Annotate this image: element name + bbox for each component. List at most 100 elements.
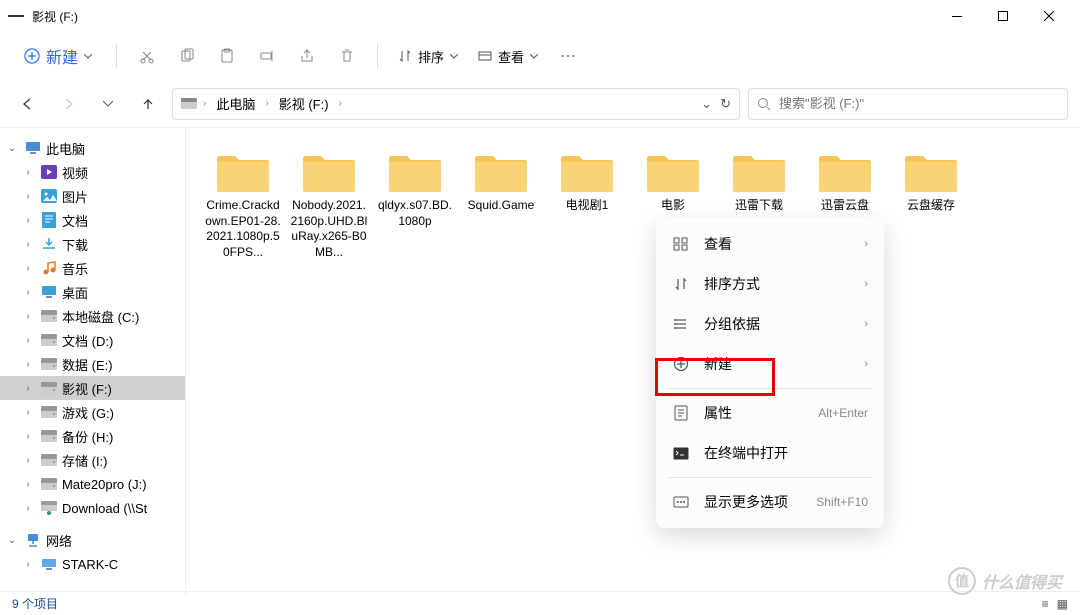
recent-button[interactable] xyxy=(92,88,124,120)
context-menu-item[interactable]: 新建› xyxy=(662,344,878,384)
view-icon xyxy=(672,235,690,253)
context-menu-item[interactable]: 属性Alt+Enter xyxy=(662,393,878,433)
thumbnails-view-icon[interactable]: ▦ xyxy=(1057,597,1068,611)
sidebar-item-label: 音乐 xyxy=(62,259,88,278)
folder-item[interactable]: qldyx.s07.BD.1080p xyxy=(374,144,456,266)
address-bar[interactable]: › 此电脑 › 影视 (F:) › ⌄ ↻ xyxy=(172,88,740,120)
folder-name: qldyx.s07.BD.1080p xyxy=(376,198,454,229)
chevron-right-icon[interactable]: › xyxy=(20,311,36,322)
app-icon xyxy=(8,15,24,17)
context-menu-item[interactable]: 查看› xyxy=(662,224,878,264)
sidebar-item[interactable]: › Download (\\St xyxy=(0,496,185,520)
sidebar-item-label: 本地磁盘 (C:) xyxy=(62,307,139,326)
chevron-right-icon[interactable]: › xyxy=(20,191,36,202)
sidebar-item[interactable]: › 影视 (F:) xyxy=(0,376,185,400)
new-button[interactable]: 新建 xyxy=(12,38,104,74)
breadcrumb-item[interactable]: 此电脑 xyxy=(212,92,259,115)
chevron-right-icon[interactable]: › xyxy=(20,559,36,570)
sidebar-item[interactable]: › 视频 xyxy=(0,160,185,184)
cut-icon xyxy=(139,48,155,64)
chevron-right-icon[interactable]: › xyxy=(20,215,36,226)
sidebar-item[interactable]: › 数据 (E:) xyxy=(0,352,185,376)
folder-icon xyxy=(473,150,529,194)
chevron-right-icon[interactable]: › xyxy=(20,263,36,274)
context-menu-item[interactable]: 排序方式› xyxy=(662,264,878,304)
sidebar-item[interactable]: › 存储 (I:) xyxy=(0,448,185,472)
rename-button[interactable] xyxy=(249,38,285,74)
back-button[interactable] xyxy=(12,88,44,120)
close-button[interactable] xyxy=(1026,0,1072,32)
chevron-right-icon[interactable]: › xyxy=(20,287,36,298)
more-button[interactable]: ⋯ xyxy=(550,38,586,74)
delete-button[interactable] xyxy=(329,38,365,74)
refresh-icon[interactable]: ↻ xyxy=(720,96,731,112)
chevron-right-icon[interactable]: › xyxy=(20,383,36,394)
chevron-down-icon xyxy=(530,54,538,59)
sidebar-item[interactable]: › 游戏 (G:) xyxy=(0,400,185,424)
folder-icon xyxy=(559,150,615,194)
copy-button[interactable] xyxy=(169,38,205,74)
context-menu-item[interactable]: 在终端中打开 xyxy=(662,433,878,473)
context-menu-item[interactable]: 显示更多选项Shift+F10 xyxy=(662,482,878,522)
forward-button[interactable] xyxy=(52,88,84,120)
sidebar-item[interactable]: › 本地磁盘 (C:) xyxy=(0,304,185,328)
sidebar-item-network[interactable]: ⌄ 网络 xyxy=(0,528,185,552)
breadcrumb-item[interactable]: 影视 (F:) xyxy=(275,92,333,115)
chevron-right-icon[interactable]: › xyxy=(20,359,36,370)
sidebar-item[interactable]: › 音乐 xyxy=(0,256,185,280)
sidebar-item[interactable]: › 文档 (D:) xyxy=(0,328,185,352)
folder-item[interactable]: Crime.Crackdown.EP01-28.2021.1080p.50FPS… xyxy=(202,144,284,266)
context-menu-item[interactable]: 分组依据› xyxy=(662,304,878,344)
context-menu: 查看› 排序方式› 分组依据› 新建› 属性Alt+Enter 在终端中打开 显… xyxy=(656,218,884,528)
search-box[interactable] xyxy=(748,88,1068,120)
search-input[interactable] xyxy=(779,96,1059,111)
menu-separator xyxy=(668,477,872,478)
folder-name: 云盘缓存 xyxy=(907,198,955,214)
folder-item[interactable]: 电视剧1 xyxy=(546,144,628,266)
share-button[interactable] xyxy=(289,38,325,74)
sidebar-item-this-pc[interactable]: ⌄ 此电脑 xyxy=(0,136,185,160)
minimize-button[interactable] xyxy=(934,0,980,32)
chevron-down-icon[interactable]: ⌄ xyxy=(4,535,20,546)
up-button[interactable] xyxy=(132,88,164,120)
share-icon xyxy=(299,48,315,64)
details-view-icon[interactable]: ≡ xyxy=(1042,597,1049,611)
sort-icon xyxy=(672,275,690,293)
music-icon xyxy=(40,259,58,277)
content-area[interactable]: Crime.Crackdown.EP01-28.2021.1080p.50FPS… xyxy=(186,128,1080,595)
menu-item-label: 查看 xyxy=(704,234,850,254)
folder-name: 电视剧1 xyxy=(566,198,609,214)
nav-row: › 此电脑 › 影视 (F:) › ⌄ ↻ xyxy=(0,80,1080,128)
watermark-badge: 值 xyxy=(948,567,976,595)
chevron-right-icon[interactable]: › xyxy=(20,431,36,442)
paste-button[interactable] xyxy=(209,38,245,74)
folder-item[interactable]: 云盘缓存 xyxy=(890,144,972,266)
sidebar-item[interactable]: › 备份 (H:) xyxy=(0,424,185,448)
maximize-button[interactable] xyxy=(980,0,1026,32)
sidebar-item-label: 下载 xyxy=(62,235,88,254)
folder-icon xyxy=(731,150,787,194)
sidebar-item-network-pc[interactable]: › STARK-C xyxy=(0,552,185,576)
sidebar-item[interactable]: › Mate20pro (J:) xyxy=(0,472,185,496)
chevron-right-icon[interactable]: › xyxy=(20,167,36,178)
chevron-right-icon[interactable]: › xyxy=(20,479,36,490)
sidebar-item[interactable]: › 下载 xyxy=(0,232,185,256)
view-dropdown[interactable]: 查看 xyxy=(470,41,546,72)
folder-item[interactable]: Nobody.2021.2160p.UHD.BluRay.x265-B0MB..… xyxy=(288,144,370,266)
sidebar-item[interactable]: › 图片 xyxy=(0,184,185,208)
chevron-down-icon[interactable]: ⌄ xyxy=(701,96,712,112)
view-icon xyxy=(478,49,492,63)
chevron-right-icon[interactable]: › xyxy=(20,503,36,514)
sidebar-item[interactable]: › 文档 xyxy=(0,208,185,232)
cut-button[interactable] xyxy=(129,38,165,74)
folder-item[interactable]: Squid.Game xyxy=(460,144,542,266)
chevron-right-icon[interactable]: › xyxy=(20,239,36,250)
sidebar-item-label: 影视 (F:) xyxy=(62,379,112,398)
chevron-right-icon: › xyxy=(864,278,868,290)
chevron-right-icon[interactable]: › xyxy=(20,455,36,466)
chevron-right-icon[interactable]: › xyxy=(20,335,36,346)
chevron-right-icon[interactable]: › xyxy=(20,407,36,418)
sidebar-item[interactable]: › 桌面 xyxy=(0,280,185,304)
chevron-down-icon[interactable]: ⌄ xyxy=(4,143,20,154)
sort-dropdown[interactable]: 排序 xyxy=(390,41,466,72)
